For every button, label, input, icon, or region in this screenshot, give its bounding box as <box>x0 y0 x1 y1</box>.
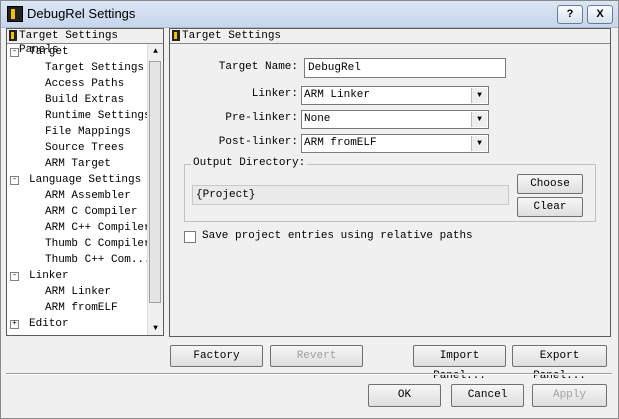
collapse-icon[interactable]: - <box>10 48 19 57</box>
choose-button[interactable]: Choose <box>517 174 583 194</box>
expand-icon[interactable]: + <box>10 320 19 329</box>
collapse-icon[interactable]: - <box>10 272 19 281</box>
revert-button[interactable]: Revert <box>270 345 363 367</box>
chevron-down-icon[interactable]: ▼ <box>471 88 487 103</box>
prelinker-label: Pre-linker: <box>225 112 298 124</box>
output-directory-group: Output Directory: {Project} Choose Clear <box>184 157 596 222</box>
postlinker-value: ARM fromELF <box>304 137 377 149</box>
tree-item-label: ARM Target <box>45 158 112 170</box>
tree-header: Target Settings Panels <box>7 29 163 56</box>
save-relative-label: Save project entries using relative path… <box>202 230 473 242</box>
tree-item-label: Language Settings <box>29 174 142 186</box>
target-settings-panel: Target Settings Target Name: DebugRel Li… <box>169 28 611 337</box>
tree-item-label: Linker <box>29 270 69 282</box>
tree-item-label: Build Extras <box>45 94 125 106</box>
linker-select[interactable]: ARM Linker ▼ <box>301 86 489 105</box>
title-bar[interactable]: DebugRel Settings ? X <box>1 1 618 28</box>
tree-item-label: Editor <box>29 318 69 330</box>
scroll-thumb[interactable] <box>149 61 161 303</box>
prelinker-value: None <box>304 113 331 125</box>
app-icon <box>7 6 23 22</box>
tree-item-label: Runtime Settings <box>45 110 151 122</box>
tree-item-label: Thumb C++ Com... <box>45 254 151 266</box>
settings-header-label: Target Settings <box>182 30 282 42</box>
help-button[interactable]: ? <box>557 5 583 24</box>
tree-item-label: Source Trees <box>45 142 125 154</box>
tree-item-label: ARM Assembler <box>45 190 131 202</box>
collapse-icon[interactable]: - <box>10 176 19 185</box>
tree-item-label: ARM C++ Compiler <box>45 222 151 234</box>
scroll-up-arrow-icon[interactable]: ▲ <box>148 44 163 59</box>
panel-icon <box>172 30 180 41</box>
ok-button[interactable]: OK <box>368 384 441 407</box>
settings-header: Target Settings <box>170 29 610 44</box>
output-directory-label: Output Directory: <box>191 157 308 169</box>
prelinker-select[interactable]: None ▼ <box>301 110 489 129</box>
linker-label: Linker: <box>251 88 298 100</box>
export-panel-button[interactable]: Export Panel... <box>512 345 607 382</box>
tree-item-label: ARM C Compiler <box>45 206 138 218</box>
import-panel-button[interactable]: Import Panel... <box>413 345 506 382</box>
settings-panels-tree: Target Settings Panels - Target Target Set… <box>6 28 164 336</box>
tree-item-label: ARM Linker <box>45 286 112 298</box>
tree-item-label: File Mappings <box>45 126 131 138</box>
clear-button[interactable]: Clear <box>517 197 583 217</box>
tree-item-label: Thumb C Compiler <box>45 238 151 250</box>
tree-item-label: ARM fromELF <box>45 302 118 314</box>
save-relative-checkbox[interactable] <box>184 231 196 243</box>
target-name-input[interactable]: DebugRel <box>304 58 506 78</box>
cancel-button[interactable]: Cancel <box>451 384 524 407</box>
chevron-down-icon[interactable]: ▼ <box>471 112 487 127</box>
scroll-down-arrow-icon[interactable]: ▼ <box>148 321 163 335</box>
tree-item-label: Target <box>29 46 69 58</box>
factory-settings-button[interactable]: Factory Settings <box>170 345 263 367</box>
panel-icon <box>9 30 17 41</box>
tree-item-label: Access Paths <box>45 78 125 90</box>
chevron-down-icon[interactable]: ▼ <box>471 136 487 151</box>
settings-dialog: DebugRel Settings ? X Target Settings Pa… <box>0 0 619 419</box>
tree-scrollbar[interactable]: ▲ ▼ <box>147 44 163 335</box>
window-title: DebugRel Settings <box>27 6 136 21</box>
target-name-label: Target Name: <box>218 61 298 73</box>
postlinker-select[interactable]: ARM fromELF ▼ <box>301 134 489 153</box>
output-directory-field[interactable]: {Project} <box>192 185 509 205</box>
apply-button[interactable]: Apply <box>532 384 607 407</box>
close-button[interactable]: X <box>587 5 613 24</box>
tree-item-label: Target Settings <box>45 62 145 74</box>
postlinker-label: Post-linker: <box>218 136 298 148</box>
button-divider <box>6 373 612 375</box>
linker-value: ARM Linker <box>304 89 371 101</box>
